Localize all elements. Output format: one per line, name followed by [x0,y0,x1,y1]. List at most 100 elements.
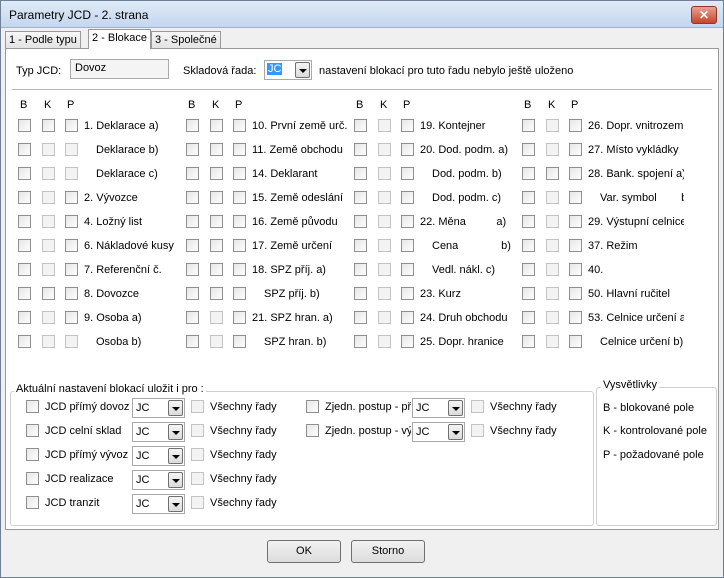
checkbox-k[interactable] [546,311,559,324]
checkbox-p[interactable] [401,143,414,156]
checkbox-b[interactable] [354,119,367,132]
checkbox-k[interactable] [210,311,223,324]
tab-podle-typu[interactable]: 1 - Podle typu [5,31,81,48]
checkbox-p[interactable] [65,311,78,324]
series-select[interactable]: JC [132,470,185,490]
checkbox-k[interactable] [42,311,55,324]
checkbox-k[interactable] [546,143,559,156]
checkbox-p[interactable] [569,167,582,180]
checkbox-b[interactable] [522,167,535,180]
checkbox-b[interactable] [354,263,367,276]
checkbox-p[interactable] [65,215,78,228]
checkbox-p[interactable] [569,191,582,204]
checkbox-b[interactable] [186,311,199,324]
checkbox-b[interactable] [18,335,31,348]
checkbox-k[interactable] [378,239,391,252]
checkbox-p[interactable] [401,191,414,204]
checkbox-p[interactable] [65,119,78,132]
checkbox-k[interactable] [42,191,55,204]
checkbox-k[interactable] [42,239,55,252]
checkbox-b[interactable] [522,287,535,300]
checkbox-k[interactable] [42,215,55,228]
chevron-down-icon[interactable] [168,472,183,488]
checkbox-k[interactable] [210,239,223,252]
checkbox-b[interactable] [522,263,535,276]
checkbox-b[interactable] [354,287,367,300]
checkbox-p[interactable] [233,215,246,228]
chevron-down-icon[interactable] [168,448,183,464]
cancel-button[interactable]: Storno [351,540,425,563]
checkbox-k[interactable] [546,287,559,300]
series-select[interactable]: JC [132,446,185,466]
checkbox-p[interactable] [65,263,78,276]
tab-spolecne[interactable]: 3 - Společné [151,31,221,48]
checkbox-p[interactable] [401,167,414,180]
checkbox-k[interactable] [210,263,223,276]
checkbox-k[interactable] [546,119,559,132]
checkbox-k[interactable] [42,167,55,180]
checkbox-b[interactable] [18,215,31,228]
chevron-down-icon[interactable] [168,496,183,512]
checkbox-k[interactable] [210,167,223,180]
checkbox-b[interactable] [186,239,199,252]
checkbox-k[interactable] [378,215,391,228]
checkbox-p[interactable] [401,239,414,252]
checkbox-b[interactable] [18,119,31,132]
checkbox-k[interactable] [378,191,391,204]
checkbox-b[interactable] [354,239,367,252]
checkbox-k[interactable] [210,335,223,348]
checkbox-b[interactable] [18,239,31,252]
checkbox-k[interactable] [546,191,559,204]
checkbox-p[interactable] [401,263,414,276]
chevron-down-icon[interactable] [295,62,310,78]
checkbox-k[interactable] [42,287,55,300]
series-select[interactable]: JC [412,398,465,418]
checkbox-k[interactable] [378,119,391,132]
checkbox-k[interactable] [546,239,559,252]
checkbox-k[interactable] [546,263,559,276]
save-checkbox[interactable] [306,424,319,437]
checkbox-b[interactable] [354,191,367,204]
checkbox-k[interactable] [210,215,223,228]
checkbox-k[interactable] [210,143,223,156]
checkbox-p[interactable] [569,119,582,132]
checkbox-p[interactable] [233,287,246,300]
all-series-checkbox[interactable] [191,448,204,461]
checkbox-b[interactable] [18,287,31,300]
checkbox-p[interactable] [401,287,414,300]
checkbox-k[interactable] [546,167,559,180]
series-select[interactable]: JC [412,422,465,442]
checkbox-p[interactable] [65,167,78,180]
close-button[interactable]: ✕ [691,6,717,24]
chevron-down-icon[interactable] [448,400,463,416]
checkbox-b[interactable] [186,215,199,228]
checkbox-b[interactable] [18,263,31,276]
checkbox-b[interactable] [18,311,31,324]
all-series-checkbox[interactable] [191,424,204,437]
checkbox-p[interactable] [401,119,414,132]
checkbox-b[interactable] [18,191,31,204]
save-checkbox[interactable] [26,472,39,485]
checkbox-b[interactable] [522,311,535,324]
checkbox-b[interactable] [522,335,535,348]
checkbox-b[interactable] [522,191,535,204]
checkbox-k[interactable] [42,119,55,132]
series-select[interactable]: JC [132,494,185,514]
all-series-checkbox[interactable] [471,424,484,437]
series-select[interactable]: JC [132,422,185,442]
checkbox-b[interactable] [354,311,367,324]
checkbox-b[interactable] [522,143,535,156]
checkbox-p[interactable] [569,143,582,156]
series-select[interactable]: JC [132,398,185,418]
checkbox-b[interactable] [522,239,535,252]
checkbox-p[interactable] [65,287,78,300]
checkbox-p[interactable] [65,239,78,252]
checkbox-p[interactable] [65,335,78,348]
checkbox-b[interactable] [354,335,367,348]
tab-blokace[interactable]: 2 - Blokace [88,29,152,49]
checkbox-p[interactable] [569,215,582,228]
checkbox-p[interactable] [233,167,246,180]
checkbox-p[interactable] [233,143,246,156]
chevron-down-icon[interactable] [168,424,183,440]
checkbox-k[interactable] [546,215,559,228]
